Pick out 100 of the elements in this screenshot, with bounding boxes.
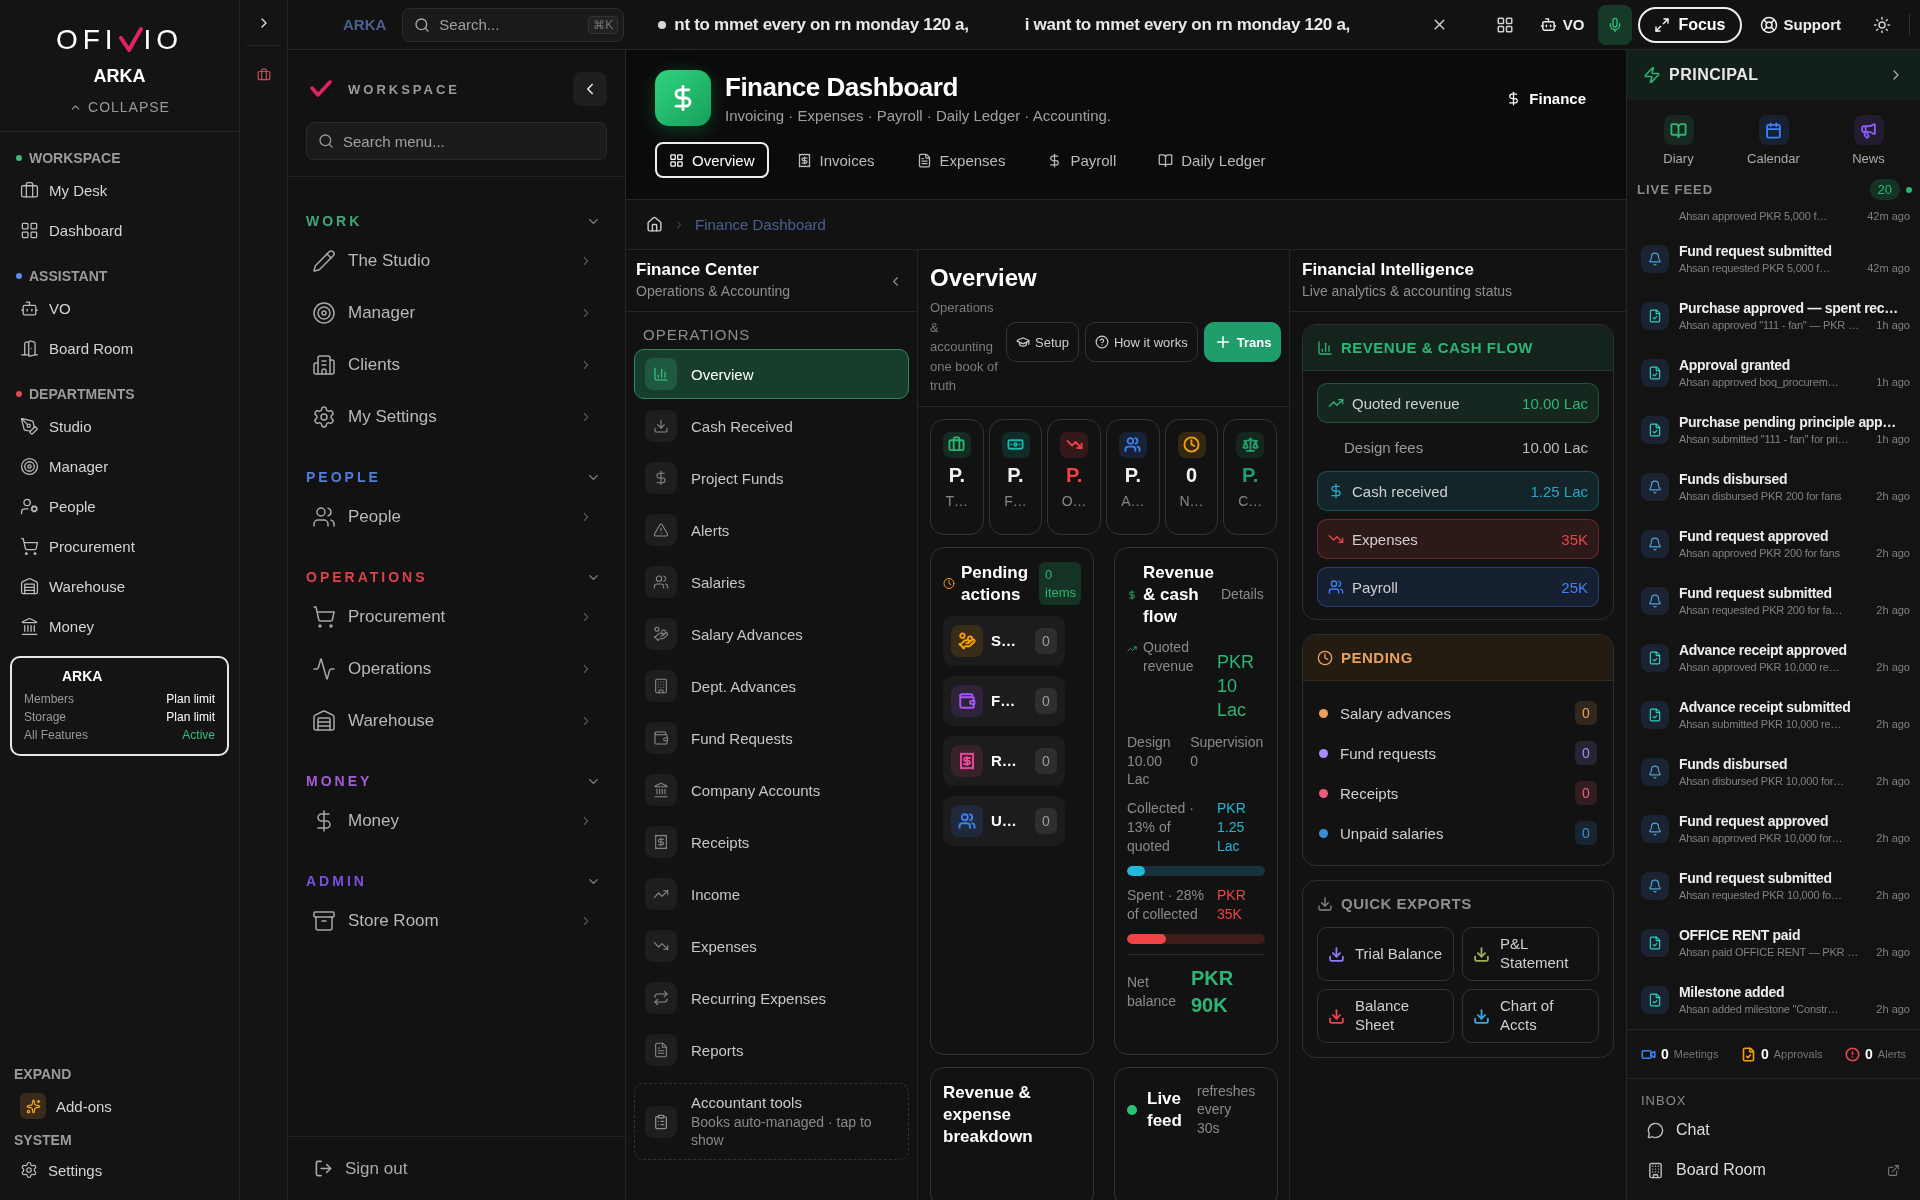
nav-item[interactable]: Reports	[634, 1025, 909, 1075]
nav-item[interactable]: Company Accounts	[634, 765, 909, 815]
sparkle-icon	[20, 1093, 46, 1119]
warehouse-icon	[20, 576, 39, 596]
card-title: Pending actions	[961, 561, 1030, 606]
support-button[interactable]: Support	[1755, 11, 1845, 38]
chart-icon	[653, 366, 669, 382]
nav-item[interactable]: VO	[16, 288, 225, 328]
nav-item[interactable]: My Desk	[16, 170, 225, 210]
feed-item[interactable]: Purchase pending principle app… Ahsan submitted "111 - fan" for pri… 1h ago	[1641, 401, 1910, 458]
pending-row[interactable]: U… 0	[943, 795, 1065, 846]
nav-item[interactable]: People	[16, 486, 225, 526]
menu-item[interactable]: Manager	[306, 287, 607, 339]
inbox-item[interactable]: Board Room	[1641, 1150, 1906, 1190]
feed-item[interactable]: Purchase approved — spent rec… Ahsan approved "111 - fan" — PKR … 1h ago	[1641, 287, 1910, 344]
details-link[interactable]: Details	[1221, 585, 1264, 605]
shortcut-button[interactable]: Calendar	[1733, 114, 1814, 167]
group-header[interactable]: PEOPLE	[306, 449, 607, 491]
download-icon	[653, 418, 669, 434]
focus-button[interactable]: Focus	[1638, 6, 1742, 43]
export-button[interactable]: P&L Statement	[1462, 927, 1599, 981]
inbox-item[interactable]: Chat	[1641, 1110, 1906, 1150]
nav-item[interactable]: Warehouse	[16, 566, 225, 606]
tools-card[interactable]: Accountant tools Books auto-managed · tap to show	[634, 1083, 909, 1161]
group-header[interactable]: ADMIN	[306, 853, 607, 895]
nav-item[interactable]: Manager	[16, 446, 225, 486]
menu-item[interactable]: Store Room	[306, 895, 607, 947]
nav-item[interactable]: Receipts	[634, 817, 909, 867]
feed-item[interactable]: Fund request approved Ahsan approved PKR 10,000 for… 2h ago	[1641, 800, 1910, 857]
menu-item[interactable]: The Studio	[306, 235, 607, 287]
metric-value: 1.25 Lac	[1530, 482, 1588, 500]
mic-button[interactable]	[1598, 4, 1633, 45]
count-badge: 0	[1575, 701, 1597, 725]
nav-item[interactable]: Project Funds	[634, 453, 909, 503]
export-button[interactable]: Balance Sheet	[1317, 989, 1454, 1043]
export-button[interactable]: Chart of Accts	[1462, 989, 1599, 1043]
nav-item[interactable]: Dashboard	[16, 210, 225, 250]
receipt-icon	[653, 834, 669, 850]
feed-item[interactable]: Approval granted Ahsan approved boq_procurem… 1h ago	[1641, 344, 1910, 401]
nav-item[interactable]: Add-ons	[16, 1086, 225, 1126]
count-badge: 0	[1575, 781, 1597, 805]
feed-item[interactable]: Fund request submitted Ahsan requested PKR 10,000 fo… 2h ago	[1641, 857, 1910, 914]
feed-item[interactable]: Advance receipt approved Ahsan approved PKR 10,000 re… 2h ago	[1641, 629, 1910, 686]
nav-item[interactable]: Income	[634, 869, 909, 919]
shortcut-button[interactable]: Diary	[1638, 114, 1719, 167]
tab[interactable]: Overview	[655, 142, 769, 178]
feed-item[interactable]: Fund request submitted Ahsan requested PKR 200 for fa… 2h ago	[1641, 572, 1910, 629]
stat-value: 0	[1185, 463, 1198, 487]
shortcut-button[interactable]: News	[1828, 114, 1909, 167]
pending-row[interactable]: F… 0	[943, 675, 1065, 726]
sign-out-button[interactable]: Sign out	[288, 1136, 625, 1200]
feed-item[interactable]: Fund request submitted Ahsan requested PKR 5,000 f… 42m ago	[1641, 230, 1910, 287]
nav-item[interactable]: Settings	[16, 1150, 225, 1190]
assistant-button[interactable]: VO	[1535, 12, 1589, 37]
pending-row[interactable]: S… 0	[943, 615, 1065, 666]
nav-item[interactable]: Expenses	[634, 921, 909, 971]
nav-item[interactable]: Salary Advances	[634, 609, 909, 659]
metric-value: 10.00 Lac	[1522, 438, 1588, 456]
feed-item[interactable]: Funds disbursed Ahsan disbursed PKR 200 for fans 2h ago	[1641, 458, 1910, 515]
export-button[interactable]: Trial Balance	[1317, 927, 1454, 981]
feed-item[interactable]: Fund request approved Ahsan approved PKR 200 for fans 2h ago	[1641, 515, 1910, 572]
nav-item[interactable]: Board Room	[16, 328, 225, 368]
feed-item[interactable]: Ahsan approved PKR 5,000 f… 42m ago	[1641, 202, 1910, 230]
page-subtitle: Invoicing · Expenses · Payroll · Daily Ledger · Accounting.	[725, 107, 1112, 124]
group-header[interactable]: MONEY	[306, 753, 607, 795]
collapse-button[interactable]	[573, 72, 607, 106]
plan-label: All Features	[24, 728, 89, 742]
group-header[interactable]: WORK	[306, 193, 607, 235]
nav-item[interactable]: Alerts	[634, 505, 909, 555]
nav-item[interactable]: Money	[16, 606, 225, 646]
feed-item[interactable]: Milestone added Ahsan added milestone "Constr… 2h ago	[1641, 971, 1910, 1028]
nav-item[interactable]: Dept. Advances	[634, 661, 909, 711]
feed-item[interactable]: Funds disbursed Ahsan disbursed PKR 10,000 for… 2h ago	[1641, 743, 1910, 800]
nav-item[interactable]: Overview	[634, 349, 909, 399]
menu-item[interactable]: My Settings	[306, 391, 607, 443]
nav-item[interactable]: Cash Received	[634, 401, 909, 451]
feed-item[interactable]: OFFICE RENT paid Ahsan paid OFFICE RENT — PKR … 2h ago	[1641, 914, 1910, 971]
pending-row[interactable]: R… 0	[943, 735, 1065, 786]
menu-item[interactable]: Money	[306, 795, 607, 847]
outline-button[interactable]: Setup	[1006, 322, 1079, 362]
bank-icon	[653, 782, 669, 798]
tab[interactable]: Invoices	[782, 142, 889, 178]
menu-item[interactable]: People	[306, 491, 607, 543]
menu-item[interactable]: Warehouse	[306, 695, 607, 747]
nav-item[interactable]: Recurring Expenses	[634, 973, 909, 1023]
group-header[interactable]: OPERATIONS	[306, 549, 607, 591]
menu-item[interactable]: Procurement	[306, 591, 607, 643]
menu-item[interactable]: Clients	[306, 339, 607, 391]
nav-item[interactable]: Fund Requests	[634, 713, 909, 763]
tab[interactable]: Payroll	[1033, 142, 1131, 178]
outline-button[interactable]: How it works	[1085, 322, 1198, 362]
collapse-button[interactable]: COLLAPSE	[63, 97, 176, 117]
tab[interactable]: Daily Ledger	[1144, 142, 1280, 178]
menu-item[interactable]: Operations	[306, 643, 607, 695]
nav-item[interactable]: Procurement	[16, 526, 225, 566]
tab[interactable]: Expenses	[902, 142, 1020, 178]
feed-item[interactable]: Advance receipt submitted Ahsan submitted PKR 10,000 re… 2h ago	[1641, 686, 1910, 743]
nav-item[interactable]: Studio	[16, 406, 225, 446]
nav-item[interactable]: Salaries	[634, 557, 909, 607]
search-field[interactable]: Search menu...	[306, 122, 607, 160]
